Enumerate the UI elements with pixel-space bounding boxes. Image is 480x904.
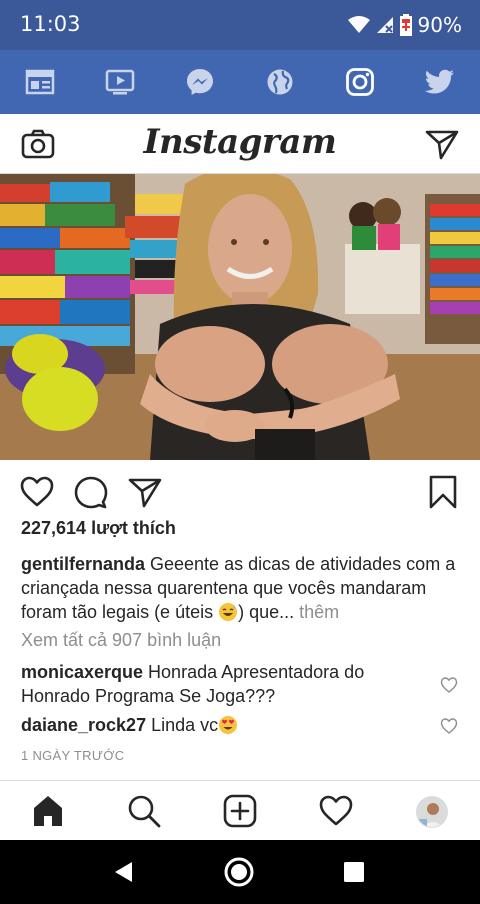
bottom-navigation (0, 780, 480, 840)
wifi-icon (347, 16, 370, 33)
globe-icon[interactable] (262, 64, 298, 100)
status-bar: 11:03 90% (0, 0, 480, 50)
comment-username[interactable]: daiane_rock27 (21, 715, 146, 735)
battery-percent: 90% (417, 13, 462, 37)
comment-like-heart-icon[interactable] (440, 676, 458, 694)
twitter-icon[interactable] (422, 64, 458, 100)
messenger-icon[interactable] (182, 64, 218, 100)
direct-message-icon[interactable] (424, 126, 460, 162)
instagram-icon[interactable] (342, 64, 378, 100)
post-caption: gentilfernanda Geeente as dicas de ativi… (21, 552, 466, 624)
comment-bubble-icon[interactable] (73, 474, 109, 510)
heart-eyes-emoji-icon (219, 716, 238, 734)
home-button-icon[interactable] (223, 856, 255, 888)
android-navigation-bar (0, 840, 480, 904)
comment-username[interactable]: monicaxerque (21, 662, 143, 682)
view-all-comments[interactable]: Xem tất cả 907 bình luận (21, 630, 221, 651)
smiling-sweat-emoji-icon (219, 603, 238, 621)
back-button-icon[interactable] (108, 856, 140, 888)
like-heart-icon[interactable] (19, 474, 55, 510)
news-feed-icon[interactable] (22, 64, 58, 100)
comment-like-heart-icon[interactable] (440, 717, 458, 735)
instagram-header: Instagram (0, 114, 480, 174)
post-actions (0, 470, 480, 516)
comment-item: daiane_rock27 Linda vc (21, 713, 431, 737)
new-post-icon[interactable] (222, 793, 258, 829)
post-photo[interactable] (0, 174, 480, 460)
app-switcher-bar (0, 50, 480, 114)
battery-icon (399, 14, 412, 36)
recents-button-icon[interactable] (338, 856, 370, 888)
bookmark-icon[interactable] (425, 474, 461, 510)
status-icons: 90% (347, 12, 462, 38)
comment-text: Linda vc (146, 715, 219, 735)
caption-more-link[interactable]: thêm (294, 602, 339, 622)
share-icon[interactable] (127, 474, 163, 510)
caption-text-after: ) que... (238, 602, 295, 622)
post-timestamp: 1 NGÀY TRƯỚC (21, 748, 125, 763)
likes-count[interactable]: 227,614 lượt thích (21, 518, 176, 539)
status-time: 11:03 (20, 12, 81, 36)
activity-heart-icon[interactable] (318, 793, 354, 829)
profile-avatar[interactable] (416, 796, 448, 828)
instagram-logo: Instagram (143, 122, 337, 162)
caption-username[interactable]: gentilfernanda (21, 554, 145, 574)
comment-item: monicaxerque Honrada Apresentadora do Ho… (21, 660, 431, 708)
watch-video-icon[interactable] (102, 64, 138, 100)
search-icon[interactable] (126, 793, 162, 829)
signal-icon (376, 17, 393, 33)
home-icon[interactable] (30, 793, 66, 829)
